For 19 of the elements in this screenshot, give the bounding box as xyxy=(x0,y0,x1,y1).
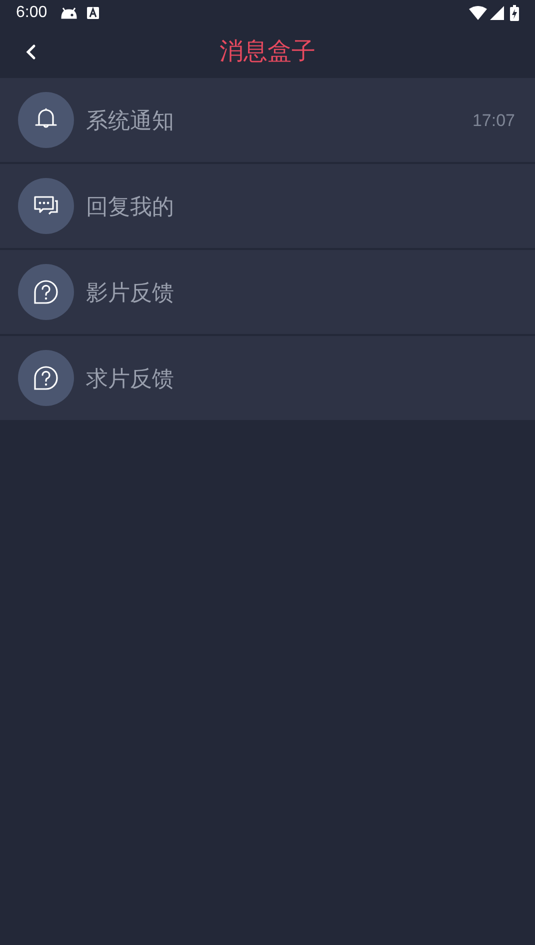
page-title: 消息盒子 xyxy=(220,37,316,67)
item-label: 求片反馈 xyxy=(86,364,175,392)
question-icon xyxy=(32,278,60,306)
item-label: 系统通知 xyxy=(86,106,175,134)
android-icon xyxy=(60,7,78,19)
item-time: 17:07 xyxy=(472,110,515,132)
item-label: 回复我的 xyxy=(86,192,175,220)
back-icon xyxy=(26,44,36,60)
battery-icon xyxy=(510,5,519,21)
question-icon xyxy=(32,364,60,392)
message-category-item[interactable]: 系统通知 17:07 xyxy=(0,78,535,162)
message-category-item[interactable]: 求片反馈 xyxy=(0,336,535,420)
keyboard-icon xyxy=(87,7,100,19)
status-time: 6:00 xyxy=(16,3,48,23)
wifi-icon xyxy=(469,6,487,20)
message-category-item[interactable]: 回复我的 xyxy=(0,164,535,248)
item-label: 影片反馈 xyxy=(86,278,175,306)
signal-icon xyxy=(490,6,504,20)
message-category-item[interactable]: 影片反馈 xyxy=(0,250,535,334)
